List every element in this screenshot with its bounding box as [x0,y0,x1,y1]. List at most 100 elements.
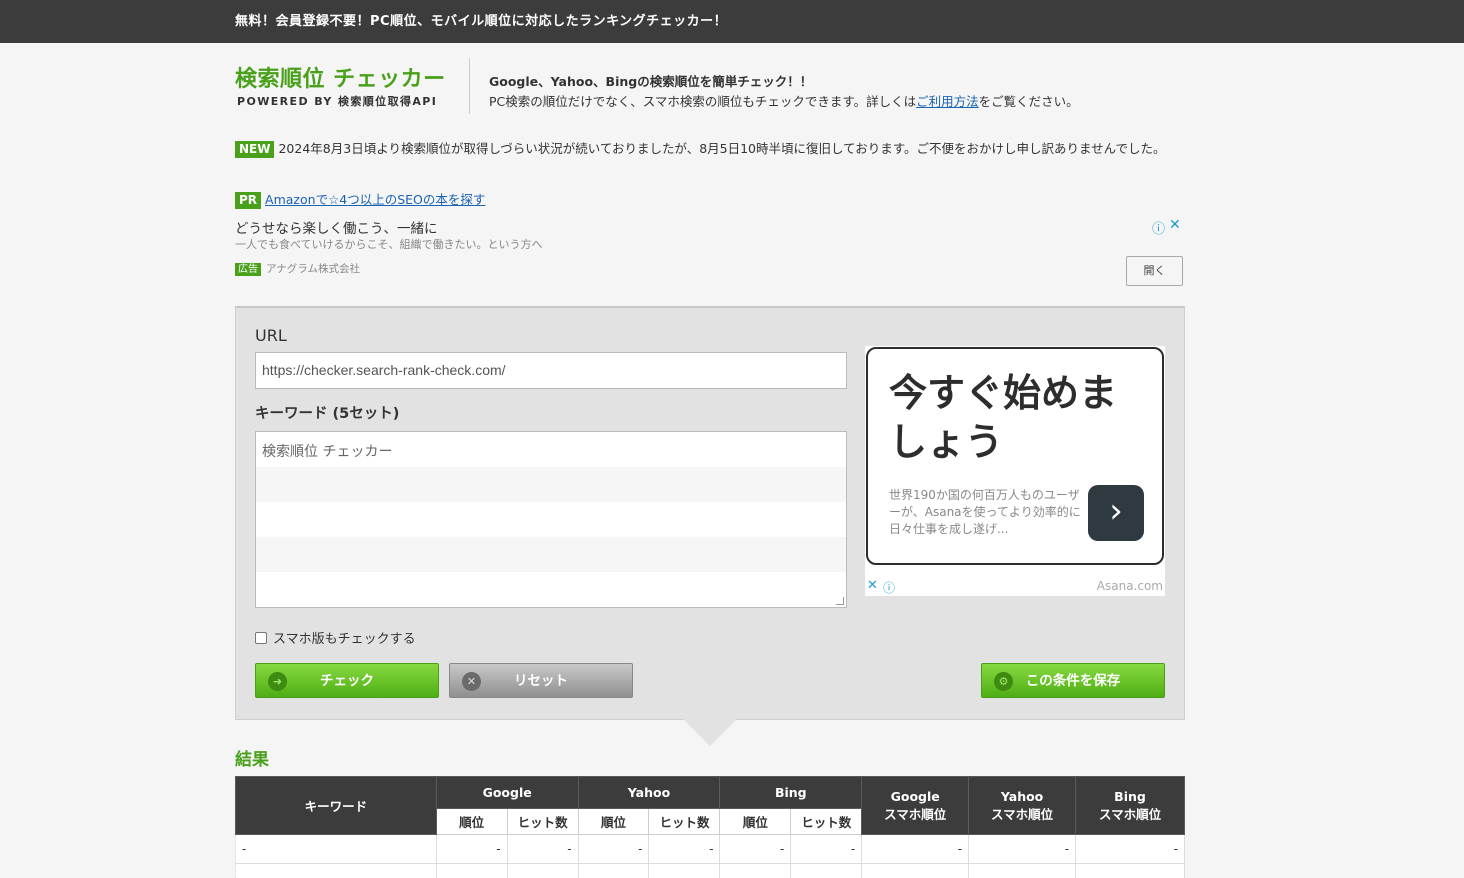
header-bing-mobile-line2: スマホ順位 [1098,806,1162,822]
result-keyword-cell [235,863,437,878]
header-bing-hits: ヒット数 [790,808,863,835]
result-cell [577,863,650,878]
result-cell [861,863,970,878]
result-cell [790,863,863,878]
result-cell: - [435,834,508,864]
display-ad-card[interactable]: 今すぐ始めましょう 世界190か国の何百万人ものユーザーが、Asanaを使ってよ… [866,347,1164,565]
display-ad-body[interactable]: 世界190か国の何百万人ものユーザーが、Asanaを使ってより効率的に日々仕事を… [889,487,1089,538]
result-cell [1075,863,1185,878]
top-banner-text: 無料！会員登録不要！PC順位、モバイル順位に対応したランキングチェッカー！ [235,14,728,29]
keyword-line-text: 検索順位 チェッカー [262,444,393,460]
gear-icon: ⚙ [994,672,1013,691]
chevron-right-icon[interactable]: › [1088,485,1144,541]
new-badge: NEW [235,141,275,158]
header-keyword: キーワード [235,776,437,835]
result-cell: - [790,834,863,864]
result-cell [968,863,1077,878]
description-suffix: をご覧ください。 [978,94,1079,109]
header-divider [469,58,470,114]
save-conditions-button[interactable]: ⚙ この条件を保存 [981,663,1165,698]
result-cell: - [506,834,579,864]
results-title: 結果 [235,750,269,770]
url-input[interactable]: https://checker.search-rank-check.com/ [255,352,847,389]
news-notice: NEW 2024年8月3日頃より検索順位が取得しづらい状況が続いておりましたが、8… [235,139,1175,159]
site-logo-title[interactable]: 検索順位 チェッカー [235,61,446,93]
keyword-line [256,502,846,537]
header-bing: Bing [719,776,863,809]
main-container: 検索順位 チェッカー POWERED BY 検索順位取得API Google、Y… [235,43,1185,878]
site-description-title: Google、Yahoo、Bingの検索順位を簡単チェック！！ [489,74,813,89]
result-cell: - [861,834,970,864]
result-cell [506,863,579,878]
results-table: キーワード Google Yahoo Bing Google スマホ順位 Yaho… [235,776,1185,878]
pr-link[interactable]: Amazonで☆4つ以上のSEOの本を探す [265,192,485,207]
ad-info-icon[interactable]: ⓘ [883,579,895,596]
ad-info-icon[interactable]: ⓘ [1152,218,1165,237]
pr-line: PR Amazonで☆4つ以上のSEOの本を探す [235,189,485,209]
notice-text: 2024年8月3日頃より検索順位が取得しづらい状況が続いておりましたが、8月5日… [278,141,1166,156]
reset-x-icon: ✕ [462,672,481,691]
reset-button-label: リセット [514,673,568,689]
mobile-check-label[interactable]: スマホ版もチェックする [273,632,416,647]
result-cell: - [648,834,721,864]
search-form-panel: URL https://checker.search-rank-check.co… [235,306,1185,720]
header-yahoo-hits: ヒット数 [648,808,721,835]
usage-guide-link[interactable]: ご利用方法 [916,94,979,109]
reset-button[interactable]: ✕ リセット [449,663,633,698]
header-google-mobile-line1: Google [890,788,940,804]
header-google-mobile-line2: スマホ順位 [884,806,947,822]
site-logo-subtitle: POWERED BY 検索順位取得API [237,95,438,108]
header-bing-rank: 順位 [719,808,792,835]
panel-pointer [683,719,737,746]
url-label: URL [255,326,287,345]
keyword-line: 検索順位 チェッカー [256,432,846,467]
ad-close-icon[interactable]: ✕ [867,578,878,593]
check-button-label: チェック [320,673,374,689]
header-yahoo-mobile-line2: スマホ順位 [991,806,1054,822]
header-bing-mobile-line1: Bing [1114,788,1146,804]
display-ad-headline[interactable]: 今すぐ始めましょう [889,369,1149,467]
header-google: Google [435,776,579,809]
keyword-line [256,572,846,607]
ad-close-icon[interactable]: ✕ [1169,217,1181,233]
result-cell: - [968,834,1077,864]
result-cell: - [719,834,792,864]
keyword-line [256,537,846,572]
result-cell [719,863,792,878]
keyword-textarea[interactable]: 検索順位 チェッカー [255,431,847,608]
site-description-text: PC検索の順位だけでなく、スマホ検索の順位もチェックできます。詳しくはご利用方法… [489,91,1079,110]
text-ad-subtitle[interactable]: 一人でも食べていけるからこそ、組織で働きたい。という方へ [235,236,543,252]
header-google-mobile: Google スマホ順位 [861,776,970,835]
display-ad[interactable]: 今すぐ始めましょう 世界190か国の何百万人ものユーザーが、Asanaを使ってよ… [865,346,1165,596]
resize-handle-icon[interactable] [836,597,844,605]
save-button-label: この条件を保存 [1025,673,1121,689]
result-cell: - [577,834,650,864]
ad-open-button[interactable]: 開く [1126,256,1183,286]
check-button[interactable]: ➜ チェック [255,663,439,698]
header-yahoo-mobile: Yahoo スマホ順位 [968,776,1077,835]
header-yahoo-rank: 順位 [577,808,650,835]
keyword-line [256,467,846,502]
advertiser-name: アナグラム株式会社 [266,263,360,275]
ad-badge: 広告 [235,263,261,276]
header-google-rank: 順位 [435,808,508,835]
result-cell: - [1075,834,1185,864]
header-bing-mobile: Bing スマホ順位 [1075,776,1185,835]
text-ad-label: 広告 アナグラム株式会社 [235,261,360,276]
display-ad-domain[interactable]: Asana.com [1097,579,1163,593]
table-row: - - - - - - - - - - [235,834,1185,864]
top-banner: 無料！会員登録不要！PC順位、モバイル順位に対応したランキングチェッカー！ [0,0,1464,43]
table-row [235,863,1185,878]
header-google-hits: ヒット数 [506,808,579,835]
mobile-checkbox[interactable] [255,632,267,644]
keyword-label: キーワード (5セット) [255,406,400,422]
description-prefix: PC検索の順位だけでなく、スマホ検索の順位もチェックできます。詳しくは [489,94,917,109]
result-keyword-cell: - [235,834,437,864]
result-cell [648,863,721,878]
mobile-check-option[interactable]: スマホ版もチェックする [255,628,416,647]
check-arrow-icon: ➜ [268,672,287,691]
header-yahoo: Yahoo [577,776,721,809]
header-yahoo-mobile-line1: Yahoo [1000,788,1044,804]
text-ad-title[interactable]: どうせなら楽しく働こう、一緒に [235,217,438,237]
pr-badge: PR [235,192,262,209]
